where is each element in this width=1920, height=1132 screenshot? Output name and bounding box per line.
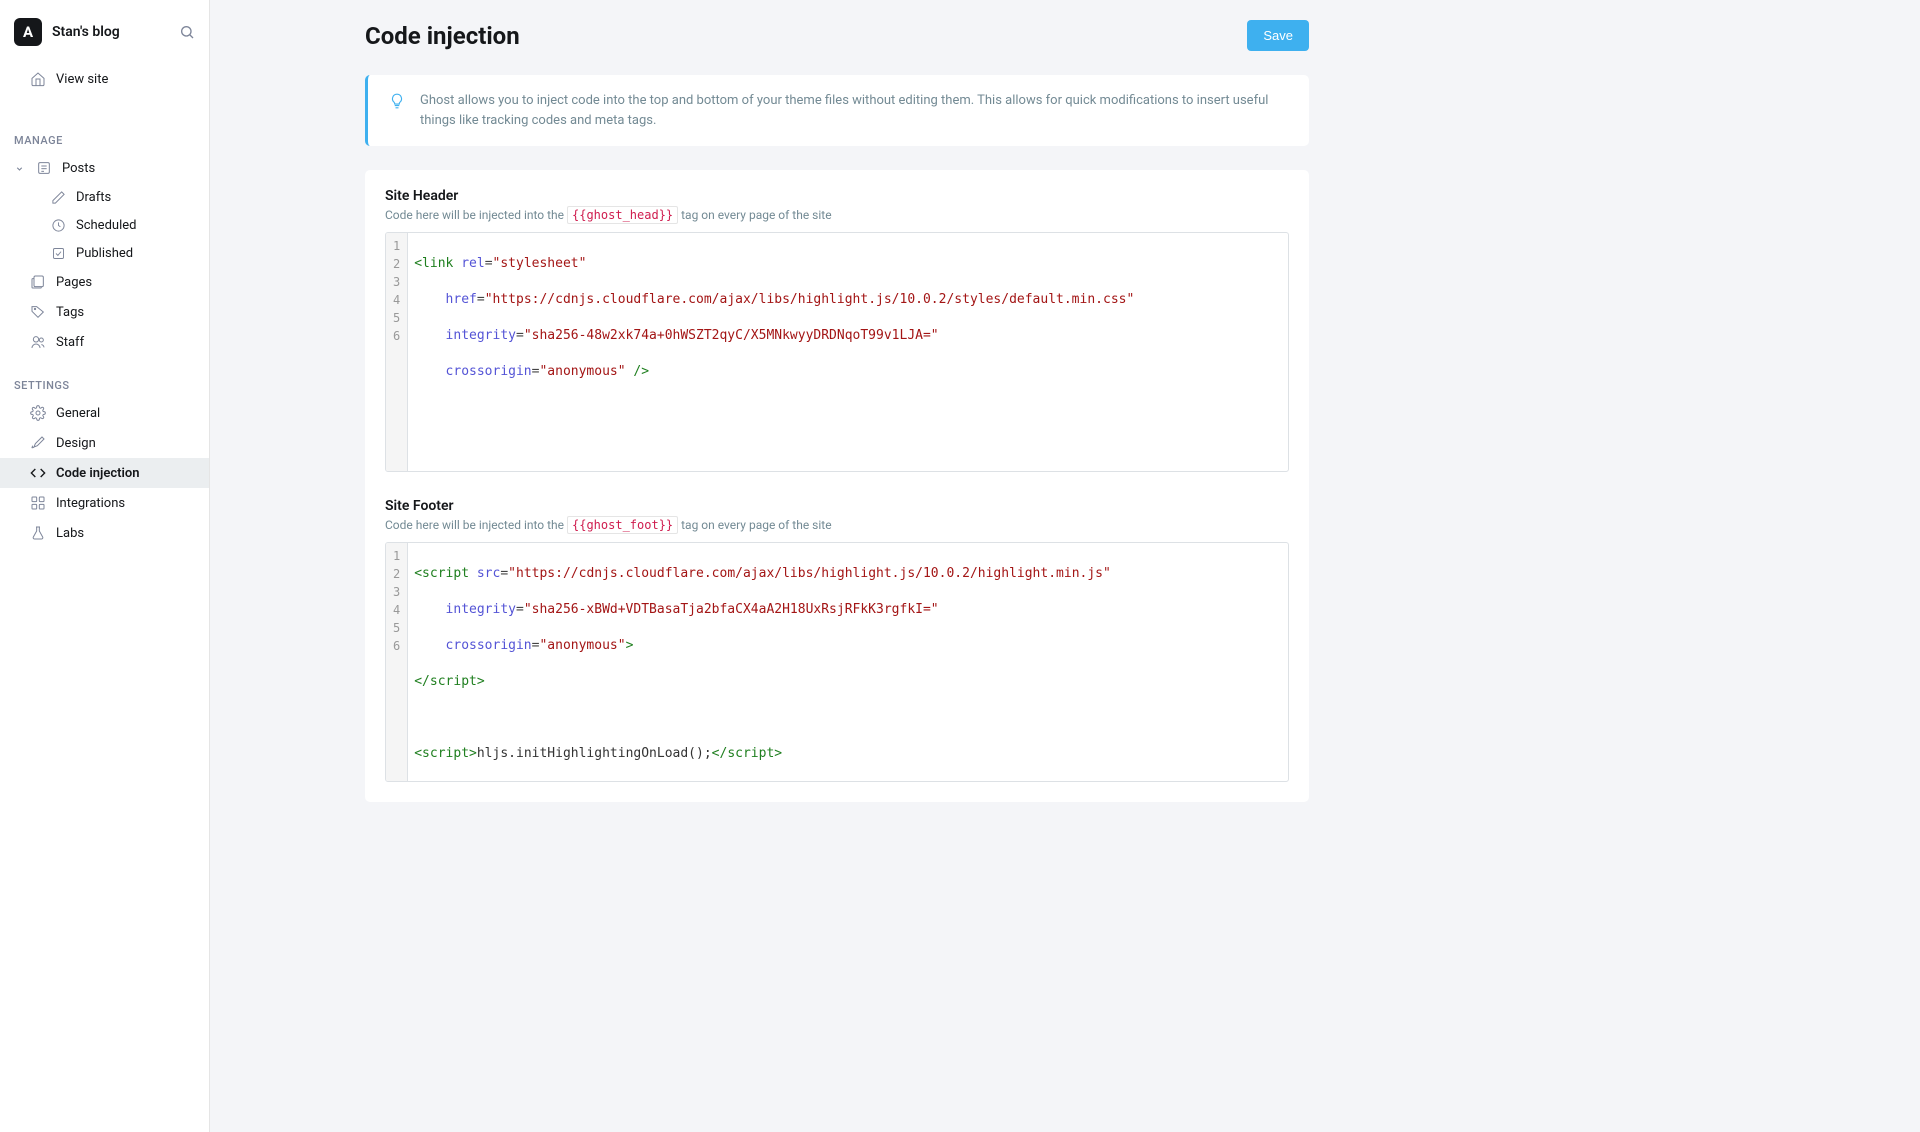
integrations-icon <box>30 495 46 511</box>
clock-icon <box>50 217 66 233</box>
sidebar-item-labs[interactable]: Labs <box>0 518 209 548</box>
published-icon <box>50 245 66 261</box>
sidebar-subitem-scheduled[interactable]: Scheduled <box>0 211 209 239</box>
brush-icon <box>30 435 46 451</box>
info-text: Ghost allows you to inject code into the… <box>420 91 1289 130</box>
search-button[interactable] <box>179 24 195 40</box>
sidebar-item-design[interactable]: Design <box>0 428 209 458</box>
home-icon <box>30 71 46 87</box>
site-logo: A <box>14 18 42 46</box>
line-gutter: 1 2 3 4 5 6 <box>386 233 408 471</box>
section-description: Code here will be injected into the {{gh… <box>385 208 1289 222</box>
chevron-down-icon <box>14 164 24 173</box>
gear-icon <box>30 405 46 421</box>
sidebar-item-label: Published <box>76 246 133 261</box>
footer-code-editor[interactable]: 1 2 3 4 5 6 <script src="https://cdnjs.c… <box>385 542 1289 782</box>
info-box: Ghost allows you to inject code into the… <box>365 75 1309 146</box>
sidebar-item-label: Scheduled <box>76 218 136 233</box>
pages-icon <box>30 274 46 290</box>
sidebar-item-label: Tags <box>56 305 84 320</box>
site-header-section: Site Header Code here will be injected i… <box>385 188 1289 472</box>
posts-icon <box>36 160 52 176</box>
header-code-editor[interactable]: 1 2 3 4 5 6 <link rel="stylesheet" href=… <box>385 232 1289 472</box>
sidebar-header: A Stan's blog <box>0 18 209 64</box>
sidebar-item-tags[interactable]: Tags <box>0 297 209 327</box>
ghost-foot-tag: {{ghost_foot}} <box>567 516 678 534</box>
sidebar-section-settings: SETTINGS <box>0 371 209 398</box>
page-title: Code injection <box>365 22 520 50</box>
sidebar-item-posts[interactable]: Posts <box>0 153 209 183</box>
sidebar-item-label: Integrations <box>56 496 125 511</box>
code-area[interactable]: <script src="https://cdnjs.cloudflare.co… <box>408 543 1288 781</box>
site-brand[interactable]: A Stan's blog <box>14 18 120 46</box>
section-description: Code here will be injected into the {{gh… <box>385 518 1289 532</box>
main-content: Code injection Save Ghost allows you to … <box>210 0 1920 1132</box>
sidebar-item-label: Drafts <box>76 190 111 205</box>
ghost-head-tag: {{ghost_head}} <box>567 206 678 224</box>
pencil-icon <box>50 189 66 205</box>
sidebar-subitem-published[interactable]: Published <box>0 239 209 267</box>
code-area[interactable]: <link rel="stylesheet" href="https://cdn… <box>408 233 1288 471</box>
page-header: Code injection Save <box>365 20 1309 51</box>
site-title: Stan's blog <box>52 24 120 40</box>
lightbulb-icon <box>388 92 406 130</box>
sidebar-item-label: Posts <box>62 161 95 176</box>
flask-icon <box>30 525 46 541</box>
save-button[interactable]: Save <box>1247 20 1309 51</box>
site-footer-section: Site Footer Code here will be injected i… <box>385 498 1289 782</box>
sidebar-item-label: Design <box>56 436 96 451</box>
search-icon <box>179 24 195 40</box>
sidebar-item-code-injection[interactable]: Code injection <box>0 458 209 488</box>
sidebar-item-label: Code injection <box>56 466 140 481</box>
code-icon <box>30 465 46 481</box>
sidebar: A Stan's blog View site MANAGE Posts Dra… <box>0 0 210 1132</box>
section-title: Site Header <box>385 188 1289 204</box>
sidebar-item-pages[interactable]: Pages <box>0 267 209 297</box>
staff-icon <box>30 334 46 350</box>
sidebar-view-site[interactable]: View site <box>0 64 209 94</box>
code-injection-panel: Site Header Code here will be injected i… <box>365 170 1309 802</box>
sidebar-item-staff[interactable]: Staff <box>0 327 209 357</box>
sidebar-item-general[interactable]: General <box>0 398 209 428</box>
section-title: Site Footer <box>385 498 1289 514</box>
line-gutter: 1 2 3 4 5 6 <box>386 543 408 781</box>
sidebar-item-integrations[interactable]: Integrations <box>0 488 209 518</box>
sidebar-section-manage: MANAGE <box>0 126 209 153</box>
sidebar-item-label: General <box>56 406 100 421</box>
sidebar-subitem-drafts[interactable]: Drafts <box>0 183 209 211</box>
sidebar-item-label: Labs <box>56 526 84 541</box>
sidebar-item-label: Pages <box>56 275 92 290</box>
tag-icon <box>30 304 46 320</box>
sidebar-item-label: View site <box>56 72 108 87</box>
sidebar-item-label: Staff <box>56 335 84 350</box>
